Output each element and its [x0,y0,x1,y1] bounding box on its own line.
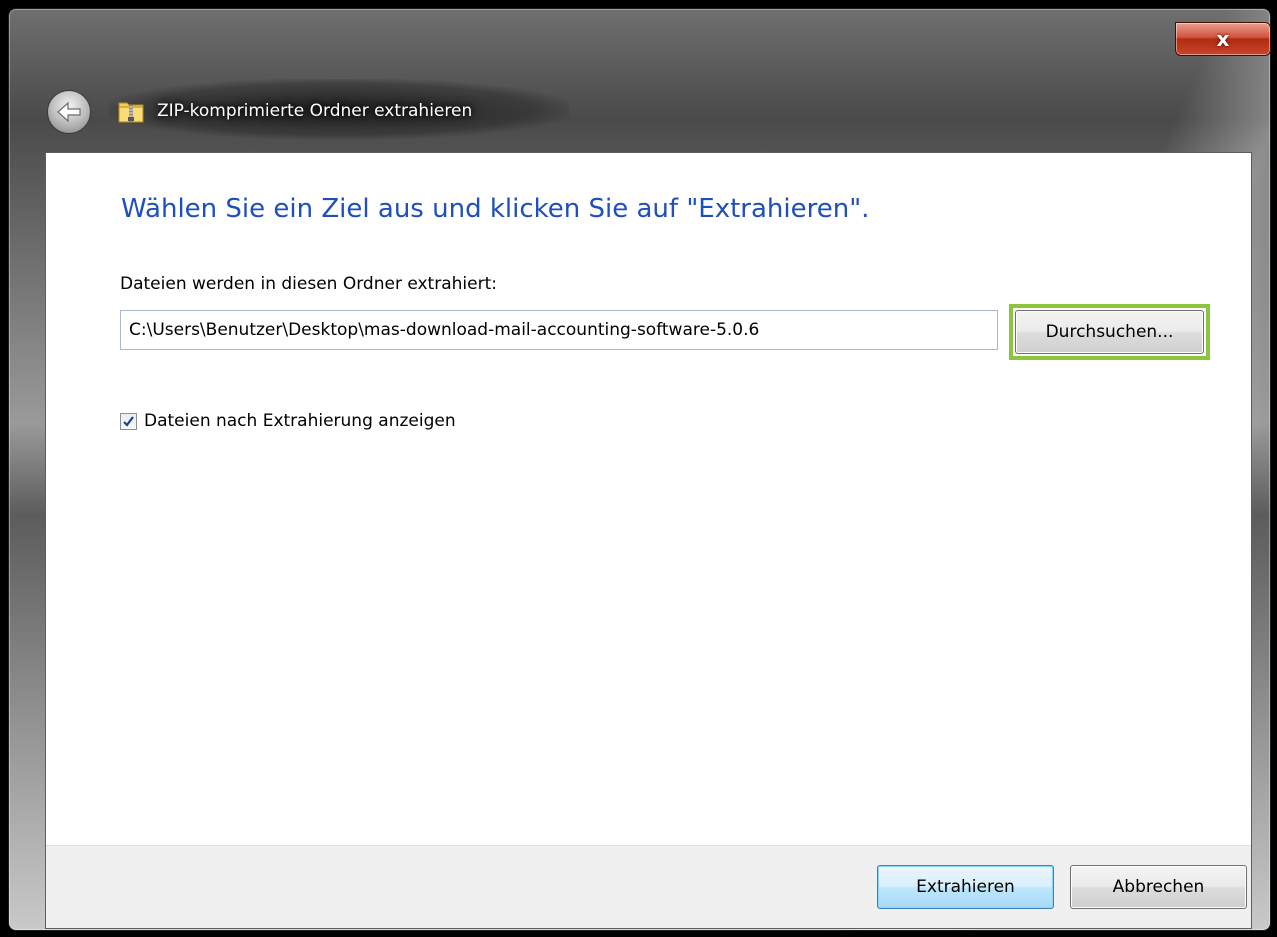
cancel-button[interactable]: Abbrechen [1070,865,1247,909]
back-button[interactable] [47,90,91,134]
show-files-option[interactable]: Dateien nach Extrahierung anzeigen [120,409,456,433]
dialog-content: Wählen Sie ein Ziel aus und klicken Sie … [45,152,1252,929]
show-files-checkbox[interactable] [120,412,137,430]
destination-path-input[interactable] [120,310,998,350]
extract-button[interactable]: Extrahieren [877,865,1054,909]
show-files-label: Dateien nach Extrahierung anzeigen [144,411,456,431]
close-button[interactable]: x [1175,22,1271,56]
back-arrow-icon [57,101,81,123]
browse-button[interactable]: Durchsuchen... [1015,310,1204,354]
instruction-heading: Wählen Sie ein Ziel aus und klicken Sie … [121,194,870,224]
zip-folder-icon [118,102,144,123]
destination-folder-label: Dateien werden in diesen Ordner extrahie… [120,274,497,294]
checkmark-icon [123,415,134,427]
dialog-window: x ZIP-komprimierte Ordner extrahieren Wä… [8,8,1271,931]
close-icon: x [1216,27,1230,51]
window-title: ZIP-komprimierte Ordner extrahieren [157,101,473,121]
